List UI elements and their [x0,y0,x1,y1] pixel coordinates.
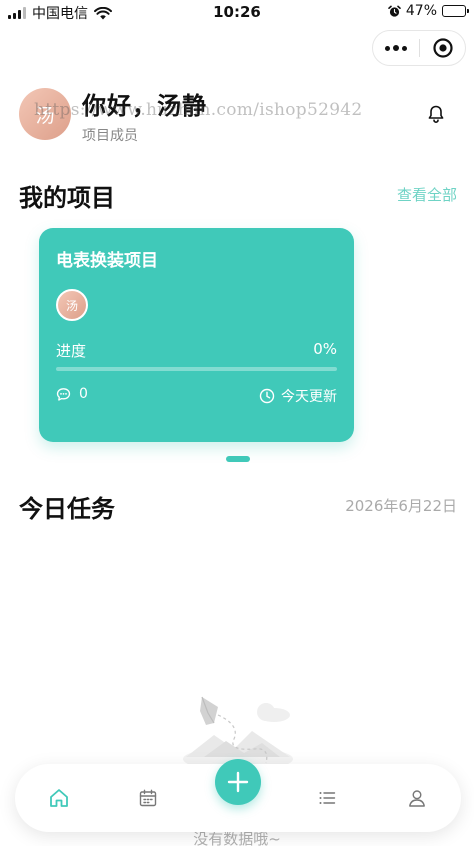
project-card[interactable]: 电表换装项目 汤 进度 0% 0 今天更新 [39,228,354,442]
add-button[interactable] [215,759,261,805]
comments-value: 0 [79,386,88,402]
project-name: 电表换装项目 [56,251,158,271]
more-dots-icon [385,45,390,51]
today-section-title: 今日任务 [19,495,115,523]
tab-calendar[interactable] [134,784,162,812]
battery-icon [442,5,469,17]
today-date: 2026年6月22日 [345,497,457,515]
updated-text: 今天更新 [281,389,337,405]
progress-bar [56,367,337,371]
user-icon [409,790,425,807]
tab-profile[interactable] [403,784,431,812]
bell-icon[interactable] [426,104,446,124]
view-all-link[interactable]: 查看全部 [397,184,457,205]
home-icon [50,789,68,807]
calendar-icon [139,789,157,807]
miniprogram-capsule [372,30,466,66]
user-role: 项目成员 [82,128,138,144]
battery-percent: 47% [405,3,437,19]
member-avatar: 汤 [56,289,88,321]
watermark: https://www.huzhan.com/ishop52942 [34,100,363,120]
clock-icon [259,388,275,404]
list-icon [319,792,336,804]
comments-count: 0 [56,386,88,402]
target-icon [432,38,453,58]
tab-list[interactable] [313,784,341,812]
comment-icon [56,387,71,401]
add-icon [227,771,249,793]
tab-home[interactable] [45,784,73,812]
more-menu-button[interactable] [373,45,419,51]
status-bar: 中国电信 10:26 47% [0,0,474,26]
progress-label: 进度 [56,342,87,360]
updated-status: 今天更新 [259,386,337,406]
close-miniprogram-button[interactable] [420,37,465,59]
alarm-icon [388,5,401,17]
status-right: 47% [388,3,469,19]
progress-value: 0% [313,340,337,358]
projects-section-title: 我的项目 [19,184,115,212]
carousel-indicator [226,456,250,462]
bottom-tab-bar [15,759,461,832]
